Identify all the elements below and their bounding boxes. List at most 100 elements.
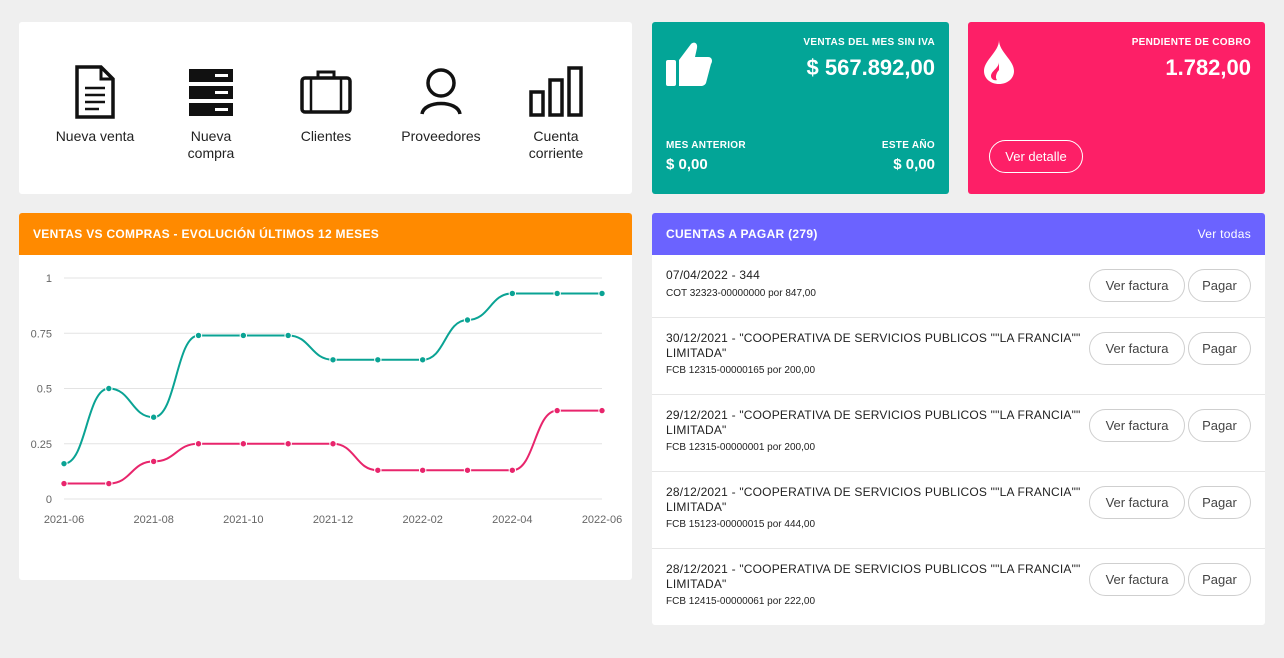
account-row: 30/12/2021 - "COOPERATIVA DE SERVICIOS P… [652, 318, 1265, 395]
x-tick-label: 2022-04 [492, 514, 532, 526]
data-point [598, 289, 606, 298]
account-detail: FCB 12315-00000001 por 200,00 [666, 442, 816, 453]
data-point [553, 406, 561, 415]
new-sale-button[interactable]: Nueva venta [40, 64, 150, 145]
data-point [149, 413, 158, 421]
see-all-link[interactable]: Ver todas [1198, 227, 1251, 241]
sales-month-value: $ 567.892,00 [806, 55, 935, 80]
chart-header: VENTAS VS COMPRAS - EVOLUCIÓN ÚLTIMOS 12… [19, 213, 632, 255]
data-point [374, 356, 382, 364]
account-title: 28/12/2021 - "COOPERATIVA DE SERVICIOS P… [666, 485, 1081, 514]
pay-button[interactable]: Pagar [1188, 563, 1251, 596]
data-point [418, 466, 427, 474]
view-invoice-button[interactable]: Ver factura [1089, 486, 1185, 519]
account-detail: FCB 12315-00000165 por 200,00 [666, 365, 816, 376]
current-account-label: Cuenta corriente [528, 128, 584, 161]
y-tick-label: 0.5 [37, 384, 52, 396]
x-tick-label: 2021-10 [223, 514, 263, 526]
account-title: 30/12/2021 - "COOPERATIVA DE SERVICIOS P… [666, 331, 1081, 360]
account-detail: FCB 12415-00000061 por 222,00 [666, 596, 816, 607]
quick-actions-card: Nueva venta Nueva compra Clientes Provee… [19, 22, 632, 194]
data-point [239, 331, 248, 340]
view-invoice-button[interactable]: Ver factura [1089, 409, 1185, 442]
y-tick-label: 0 [46, 494, 52, 506]
briefcase-icon [300, 70, 352, 114]
data-point [194, 331, 203, 340]
x-tick-label: 2022-06 [582, 514, 622, 526]
new-purchase-label: Nueva compra [187, 128, 235, 161]
bar-chart-icon [529, 66, 583, 117]
sales-purchases-chart: 0 0.25 0.5 0.75 1 2021-06 2021-08 2021-10 2021-1… [31, 273, 623, 526]
data-point [239, 440, 248, 448]
accounts-payable-card: CUENTAS A PAGAR (279) Ver todas 07/04/20… [652, 213, 1265, 625]
this-year-label: ESTE AÑO [881, 140, 935, 151]
sales-month-card: VENTAS DEL MES SIN IVA $ 567.892,00 MES … [652, 22, 949, 194]
sales-month-title: VENTAS DEL MES SIN IVA [803, 37, 935, 48]
account-title: 29/12/2021 - "COOPERATIVA DE SERVICIOS P… [666, 408, 1081, 437]
pending-collection-card: PENDIENTE DE COBRO 1.782,00 Ver detalle [968, 22, 1265, 194]
this-year-value: $ 0,00 [893, 156, 935, 173]
y-tick-label: 1 [46, 273, 52, 285]
pay-button[interactable]: Pagar [1188, 409, 1251, 442]
clients-button[interactable]: Clientes [271, 64, 381, 145]
data-point [60, 459, 68, 468]
account-title: 28/12/2021 - "COOPERATIVA DE SERVICIOS P… [666, 562, 1081, 591]
pending-title: PENDIENTE DE COBRO [1131, 37, 1251, 48]
data-point [194, 440, 203, 448]
new-purchase-button[interactable]: Nueva compra [156, 64, 266, 162]
pay-button[interactable]: Pagar [1188, 269, 1251, 302]
prev-month-value: $ 0,00 [666, 156, 708, 173]
pay-button[interactable]: Pagar [1188, 332, 1251, 365]
document-icon [75, 65, 115, 119]
data-point [149, 457, 158, 466]
data-point [105, 384, 113, 393]
new-sale-label: Nueva venta [55, 128, 135, 144]
data-point [598, 406, 606, 415]
pending-value: 1.782,00 [1165, 55, 1251, 80]
data-point [329, 356, 337, 364]
x-tick-label: 2021-08 [133, 514, 173, 526]
view-invoice-button[interactable]: Ver factura [1089, 332, 1185, 365]
data-point [463, 316, 472, 324]
suppliers-label: Proveedores [401, 128, 481, 144]
x-tick-label: 2021-12 [313, 514, 353, 526]
x-tick-label: 2021-06 [44, 514, 84, 526]
series-line-0 [63, 292, 603, 465]
clients-label: Clientes [300, 128, 352, 144]
account-detail: COT 32323-00000000 por 847,00 [666, 288, 816, 299]
accounts-header: CUENTAS A PAGAR (279) Ver todas [652, 213, 1265, 255]
current-account-button[interactable]: Cuenta corriente [501, 64, 611, 162]
data-point [284, 331, 292, 340]
droplet-icon [984, 40, 1014, 84]
stack-icon [189, 69, 233, 116]
account-row: 28/12/2021 - "COOPERATIVA DE SERVICIOS P… [652, 472, 1265, 549]
account-row: 07/04/2022 - 344 COT 32323-00000000 por … [652, 255, 1265, 318]
data-point [418, 356, 427, 364]
suppliers-button[interactable]: Proveedores [386, 64, 496, 145]
data-point [60, 479, 68, 488]
data-point [508, 289, 517, 298]
data-point [105, 479, 113, 488]
data-point [284, 440, 292, 448]
y-tick-label: 0.75 [31, 328, 52, 340]
user-icon [420, 68, 462, 115]
account-detail: FCB 15123-00000015 por 444,00 [666, 519, 816, 530]
thumbs-up-icon [666, 42, 712, 86]
data-point [463, 466, 472, 474]
view-detail-button[interactable]: Ver detalle [989, 140, 1083, 173]
account-row: 29/12/2021 - "COOPERATIVA DE SERVICIOS P… [652, 395, 1265, 472]
data-point [374, 466, 382, 474]
account-title: 07/04/2022 - 344 [666, 268, 760, 282]
view-invoice-button[interactable]: Ver factura [1089, 269, 1185, 302]
accounts-title: CUENTAS A PAGAR (279) [666, 227, 818, 241]
data-point [508, 466, 517, 474]
y-tick-label: 0.25 [31, 439, 52, 451]
pay-button[interactable]: Pagar [1188, 486, 1251, 519]
sales-vs-purchases-card: VENTAS VS COMPRAS - EVOLUCIÓN ÚLTIMOS 12… [19, 213, 632, 580]
data-point [329, 440, 337, 448]
data-point [553, 289, 561, 298]
prev-month-label: MES ANTERIOR [666, 140, 746, 151]
account-row: 28/12/2021 - "COOPERATIVA DE SERVICIOS P… [652, 549, 1265, 625]
view-invoice-button[interactable]: Ver factura [1089, 563, 1185, 596]
x-tick-label: 2022-02 [402, 514, 442, 526]
